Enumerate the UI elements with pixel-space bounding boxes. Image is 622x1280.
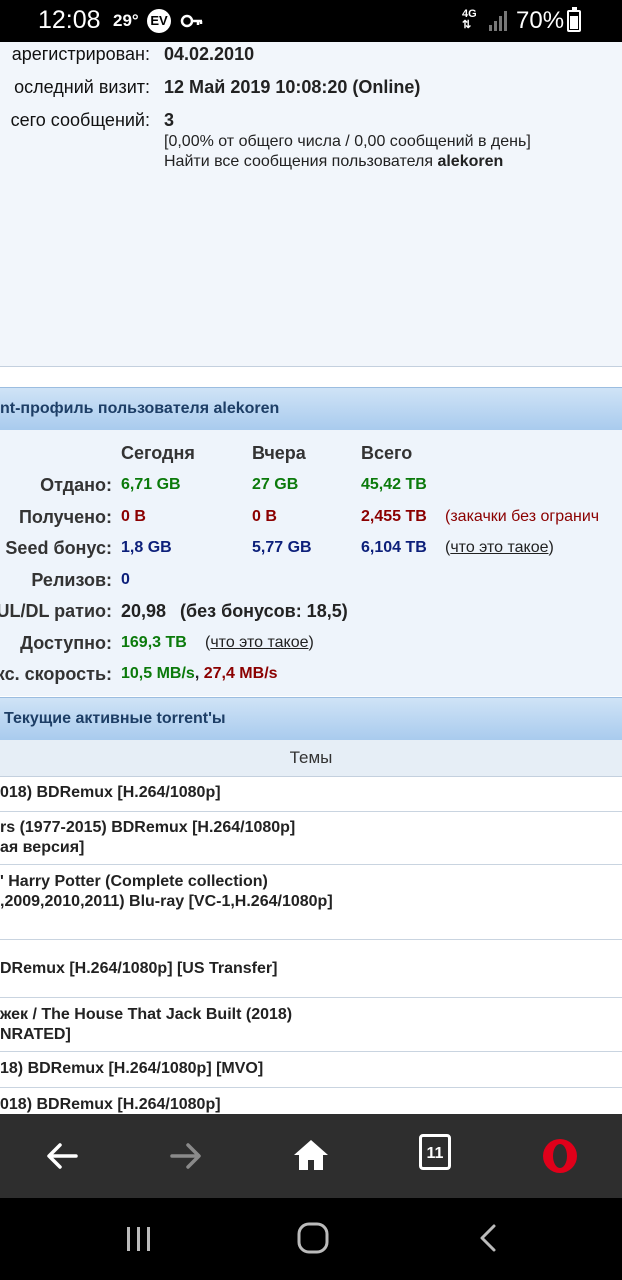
opera-icon[interactable] <box>536 1132 584 1180</box>
torrent-title[interactable]: 018) BDRemux [H.264/1080p] <box>0 1096 221 1114</box>
profile-info: арегистрирован: 04.02.2010 оследний визи… <box>0 42 622 367</box>
torrent-stats: Сегодня Вчера Всего Отдано: 6,71 GB 27 G… <box>0 430 622 696</box>
registered-value: 04.02.2010 <box>164 44 255 64</box>
find-posts-text[interactable]: Найти все сообщения пользователя <box>164 153 433 170</box>
last-visit-row: оследний визит: <box>0 77 150 101</box>
ratio-value: 20,98 <box>121 601 167 621</box>
last-visit-label: оследний визит: <box>14 77 150 97</box>
max-speed-down: 27,4 MB/s <box>203 665 278 682</box>
tabs-icon[interactable]: 11 <box>419 1134 451 1170</box>
seed-bonus-total: 6,104 TB <box>361 539 427 556</box>
registered-row: арегистрирован: <box>0 44 150 68</box>
torrent-title-cont[interactable]: ,2009,2010,2011) Blu-ray [VC-1,H.264/108… <box>0 893 333 911</box>
downloaded-yesterday: 0 B <box>252 508 277 525</box>
available-help-link[interactable]: что это такое <box>210 634 308 651</box>
torrent-row[interactable]: 018) BDRemux [H.264/1080p] <box>0 1088 622 1114</box>
max-speed-up: 10,5 MB/s <box>121 665 195 682</box>
downloaded-today: 0 B <box>121 508 146 525</box>
torrent-row[interactable]: 018) BDRemux [H.264/1080p] <box>0 777 622 812</box>
torrent-row[interactable]: DRemux [H.264/1080p] [US Transfer] <box>0 940 622 998</box>
col-total: Всего <box>361 443 413 463</box>
downloaded-label: Получено: <box>18 507 112 527</box>
uploaded-today: 6,71 GB <box>121 476 181 493</box>
downloaded-total: 2,455 TB <box>361 508 427 525</box>
battery-icon <box>567 7 581 32</box>
battery-percent: 70% <box>516 7 565 34</box>
torrent-title[interactable]: rs (1977-2015) BDRemux [H.264/1080p] <box>0 819 295 837</box>
torrent-title[interactable]: 18) BDRemux [H.264/1080p] [MVO] <box>0 1060 263 1078</box>
torrent-title[interactable]: DRemux [H.264/1080p] [US Transfer] <box>0 960 277 978</box>
ratio-note: (без бонусов: 18,5) <box>180 601 348 621</box>
key-icon <box>180 10 204 37</box>
temperature: 29° <box>113 11 139 30</box>
releases-value: 0 <box>121 571 130 588</box>
available-note: (что это такое) <box>205 634 314 651</box>
seed-bonus-label: Seed бонус: <box>5 538 112 558</box>
signal-icon <box>488 10 510 37</box>
ev-badge-icon: EV <box>147 9 171 33</box>
col-yesterday: Вчера <box>252 443 306 463</box>
torrent-title[interactable]: жек / The House That Jack Built (2018) <box>0 1006 292 1024</box>
torrent-row[interactable]: ' Harry Potter (Complete collection) ,20… <box>0 865 622 940</box>
find-posts-link[interactable]: Найти все сообщения пользователя alekore… <box>164 153 503 171</box>
browser-nav-bar <box>0 1114 622 1198</box>
clock: 12:08 <box>38 6 101 34</box>
home-icon[interactable] <box>287 1132 335 1180</box>
uploaded-label: Отдано: <box>40 475 112 495</box>
active-torrents-title: Текущие активные torrent'ы <box>4 710 226 727</box>
back-chevron-icon[interactable] <box>472 1220 506 1261</box>
home-circle-icon[interactable] <box>295 1220 331 1261</box>
find-posts-user[interactable]: alekoren <box>437 153 503 170</box>
torrent-row[interactable]: 18) BDRemux [H.264/1080p] [MVO] <box>0 1052 622 1088</box>
last-visit-value: 12 Май 2019 10:08:20 (Online) <box>164 77 421 97</box>
torrent-profile-title: nt-профиль пользователя alekoren <box>0 400 280 417</box>
available-label: Доступно: <box>20 633 112 653</box>
ratio-label: UL/DL ратио: <box>0 601 112 621</box>
posts-note: [0,00% от общего числа / 0,00 сообщений … <box>164 133 531 150</box>
posts-label: сего сообщений: <box>10 110 150 130</box>
network-type: 4G ⇅ <box>462 8 477 31</box>
torrent-row[interactable]: rs (1977-2015) BDRemux [H.264/1080p] ая … <box>0 812 622 865</box>
registered-label: арегистрирован: <box>11 44 150 64</box>
downloaded-note: (закачки без огранич <box>445 508 600 525</box>
uploaded-total: 45,42 TB <box>361 476 427 493</box>
torrent-row[interactable]: жек / The House That Jack Built (2018) N… <box>0 998 622 1052</box>
forward-icon[interactable] <box>162 1132 210 1180</box>
active-torrents-header: Текущие активные torrent'ы <box>0 697 622 741</box>
seed-bonus-today: 1,8 GB <box>121 539 172 556</box>
topics-column-header: Темы <box>0 740 622 777</box>
max-speed-values: 10,5 MB/s, 27,4 MB/s <box>121 665 278 682</box>
posts-value: 3 <box>164 110 175 130</box>
posts-row: сего сообщений: <box>0 110 150 134</box>
uploaded-yesterday: 27 GB <box>252 476 299 493</box>
seed-bonus-help-link[interactable]: что это такое <box>450 539 548 556</box>
system-nav-bar <box>0 1198 622 1280</box>
seed-bonus-note: (что это такое) <box>445 539 554 556</box>
back-icon[interactable] <box>38 1132 86 1180</box>
col-today: Сегодня <box>121 443 195 463</box>
releases-label: Релизов: <box>31 570 112 590</box>
status-bar: 12:08 29° EV 4G ⇅ 70% <box>0 0 622 42</box>
available-value: 169,3 TB <box>121 634 187 651</box>
torrent-title-cont[interactable]: NRATED] <box>0 1026 71 1044</box>
torrent-title-cont[interactable]: ая версия] <box>0 839 84 857</box>
torrent-profile-header: nt-профиль пользователя alekoren <box>0 387 622 431</box>
seed-bonus-yesterday: 5,77 GB <box>252 539 312 556</box>
torrent-title[interactable]: 018) BDRemux [H.264/1080p] <box>0 784 221 802</box>
recents-icon[interactable] <box>122 1222 156 1261</box>
torrent-title[interactable]: ' Harry Potter (Complete collection) <box>0 873 268 891</box>
max-speed-label: кс. скорость: <box>0 664 112 684</box>
